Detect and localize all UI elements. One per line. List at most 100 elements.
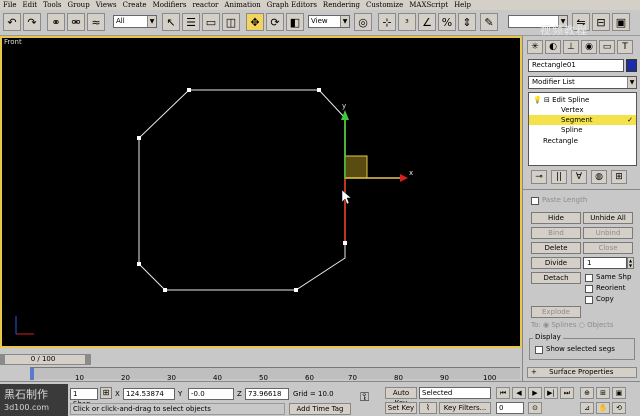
modifier-stack[interactable]: 💡 ⊟ Edit Spline Vertex Segment ✓ Spline …	[528, 92, 637, 166]
time-slider-next-icon[interactable]	[86, 354, 91, 365]
percent-snap-icon[interactable]: %	[438, 13, 456, 31]
show-end-result-icon[interactable]: ||	[551, 170, 567, 184]
redo-icon[interactable]: ↷	[23, 13, 41, 31]
play-icon[interactable]: ▶	[528, 387, 542, 399]
copy-checkbox[interactable]: Copy	[585, 295, 614, 304]
stack-item-rectangle[interactable]: Rectangle	[529, 136, 636, 146]
align-icon[interactable]: ⊟	[592, 13, 610, 31]
field-of-view-icon[interactable]: ⊿	[580, 402, 594, 414]
objects-radio[interactable]: ○ Objects	[579, 321, 614, 329]
window-crossing-icon[interactable]: ◫	[222, 13, 240, 31]
rectangle-spline[interactable]	[138, 89, 346, 291]
splines-radio[interactable]: ◉ Splines	[543, 321, 577, 329]
stack-item-edit-spline[interactable]: 💡 ⊟ Edit Spline	[529, 95, 636, 105]
lock-selection-icon[interactable]: ⊞	[100, 387, 112, 399]
gizmo-x-arrow[interactable]	[400, 174, 408, 182]
front-viewport[interactable]: x y	[0, 36, 522, 348]
vertex-handle[interactable]	[187, 88, 191, 92]
key-filters-button[interactable]: Key Filters...	[439, 402, 491, 414]
collapse-icon[interactable]: ⊟	[544, 96, 550, 104]
divide-button[interactable]: Divide	[531, 257, 581, 269]
explode-button[interactable]: Explode	[531, 306, 581, 318]
menu-modifiers[interactable]: Modifiers	[153, 1, 187, 9]
add-time-tag-button[interactable]: Add Time Tag	[289, 403, 351, 415]
unhide-all-button[interactable]: Unhide All	[583, 212, 633, 224]
reference-coordinate-dropdown[interactable]: View ▼	[308, 15, 350, 28]
configure-modifier-icon[interactable]: ⊞	[611, 170, 627, 184]
create-tab-icon[interactable]: ✳	[527, 40, 543, 54]
z-coordinate-field[interactable]: 73.96618	[245, 388, 289, 400]
hide-button[interactable]: Hide	[531, 212, 581, 224]
spinner-snap-icon[interactable]: ⇕	[458, 13, 476, 31]
surface-properties-rollout[interactable]: + Surface Properties	[527, 367, 637, 378]
named-selection-icon[interactable]: ✎	[480, 13, 498, 31]
bind-spacewarp-icon[interactable]: ≈	[87, 13, 105, 31]
vertex-handle[interactable]	[343, 241, 347, 245]
undo-icon[interactable]: ↶	[3, 13, 21, 31]
link-icon[interactable]: ⚭	[47, 13, 65, 31]
pin-stack-icon[interactable]: ⊸	[531, 170, 547, 184]
menu-views[interactable]: Views	[96, 1, 117, 9]
same-shp-checkbox[interactable]: Same Shp	[585, 273, 631, 282]
menu-file[interactable]: File	[3, 1, 16, 9]
motion-tab-icon[interactable]: ◉	[581, 40, 597, 54]
angle-snap-icon[interactable]: ∠	[418, 13, 436, 31]
next-frame-icon[interactable]: ▶|	[544, 387, 558, 399]
current-frame-field[interactable]: 0	[496, 402, 524, 414]
select-and-rotate-icon[interactable]: ⟳	[266, 13, 284, 31]
close-button[interactable]: Close	[583, 242, 633, 254]
vertex-handle[interactable]	[294, 288, 298, 292]
zoom-icon[interactable]: ⊕	[580, 387, 594, 399]
bind-button[interactable]: Bind	[531, 227, 581, 239]
x-coordinate-field[interactable]: 124.53874	[123, 388, 175, 400]
display-tab-icon[interactable]: ▭	[599, 40, 615, 54]
previous-frame-icon[interactable]: ◀	[512, 387, 526, 399]
time-marker[interactable]	[30, 368, 34, 380]
menu-tools[interactable]: Tools	[43, 1, 61, 9]
stack-item-segment[interactable]: Segment ✓	[529, 115, 636, 125]
zoom-extents-icon[interactable]: ▣	[612, 387, 626, 399]
zoom-all-icon[interactable]: ⊞	[596, 387, 610, 399]
select-and-scale-icon[interactable]: ◧	[286, 13, 304, 31]
hierarchy-tab-icon[interactable]: ⊥	[563, 40, 579, 54]
viewport-label[interactable]: Front	[4, 38, 22, 46]
menu-customize[interactable]: Customize	[366, 1, 403, 9]
utilities-tab-icon[interactable]: T	[617, 40, 633, 54]
y-coordinate-field[interactable]: -0.0	[188, 388, 234, 400]
vertex-handle[interactable]	[317, 88, 321, 92]
modify-tab-icon[interactable]: ◐	[545, 40, 561, 54]
select-by-name-icon[interactable]: ☰	[182, 13, 200, 31]
vertex-handle[interactable]	[163, 288, 167, 292]
menu-animation[interactable]: Animation	[224, 1, 260, 9]
gizmo-plane-handle[interactable]	[344, 155, 368, 179]
unbind-button[interactable]: Unbind	[583, 227, 633, 239]
paste-length-checkbox[interactable]: Paste Length	[531, 196, 587, 205]
snap-toggle-icon[interactable]: ᶟ	[398, 13, 416, 31]
delete-button[interactable]: Delete	[531, 242, 581, 254]
stack-item-vertex[interactable]: Vertex	[529, 105, 636, 115]
go-to-start-icon[interactable]: ⏮	[496, 387, 510, 399]
menu-graph-editors[interactable]: Graph Editors	[267, 1, 317, 9]
reorient-checkbox[interactable]: Reorient	[585, 284, 625, 293]
select-manipulate-icon[interactable]: ⊹	[378, 13, 396, 31]
vertex-handle[interactable]	[137, 262, 141, 266]
key-selection-dropdown[interactable]: Selected	[419, 387, 491, 399]
selection-filter-dropdown[interactable]: All ▼	[113, 15, 157, 28]
time-slider[interactable]: 0 / 100	[0, 354, 86, 365]
time-slider-prev-icon[interactable]	[0, 354, 5, 365]
unlink-icon[interactable]: ⚮	[67, 13, 85, 31]
pivot-center-icon[interactable]: ◎	[354, 13, 372, 31]
show-selected-segs-checkbox[interactable]: Show selected segs	[535, 345, 615, 354]
auto-key-button[interactable]: Auto Key	[385, 387, 417, 407]
key-icon[interactable]: ⚿	[360, 390, 369, 405]
menu-rendering[interactable]: Rendering	[323, 1, 360, 9]
key-mode-icon[interactable]: ⌇	[419, 402, 437, 414]
arc-rotate-icon[interactable]: ⟲	[612, 402, 626, 414]
modifier-list-dropdown[interactable]: Modifier List ▼	[528, 76, 637, 89]
select-object-icon[interactable]: ↖	[162, 13, 180, 31]
menu-reactor[interactable]: reactor	[192, 1, 218, 9]
menu-group[interactable]: Group	[68, 1, 90, 9]
make-unique-icon[interactable]: ∀	[571, 170, 587, 184]
go-to-end-icon[interactable]: ⏭	[560, 387, 574, 399]
object-color-swatch[interactable]	[626, 59, 637, 72]
